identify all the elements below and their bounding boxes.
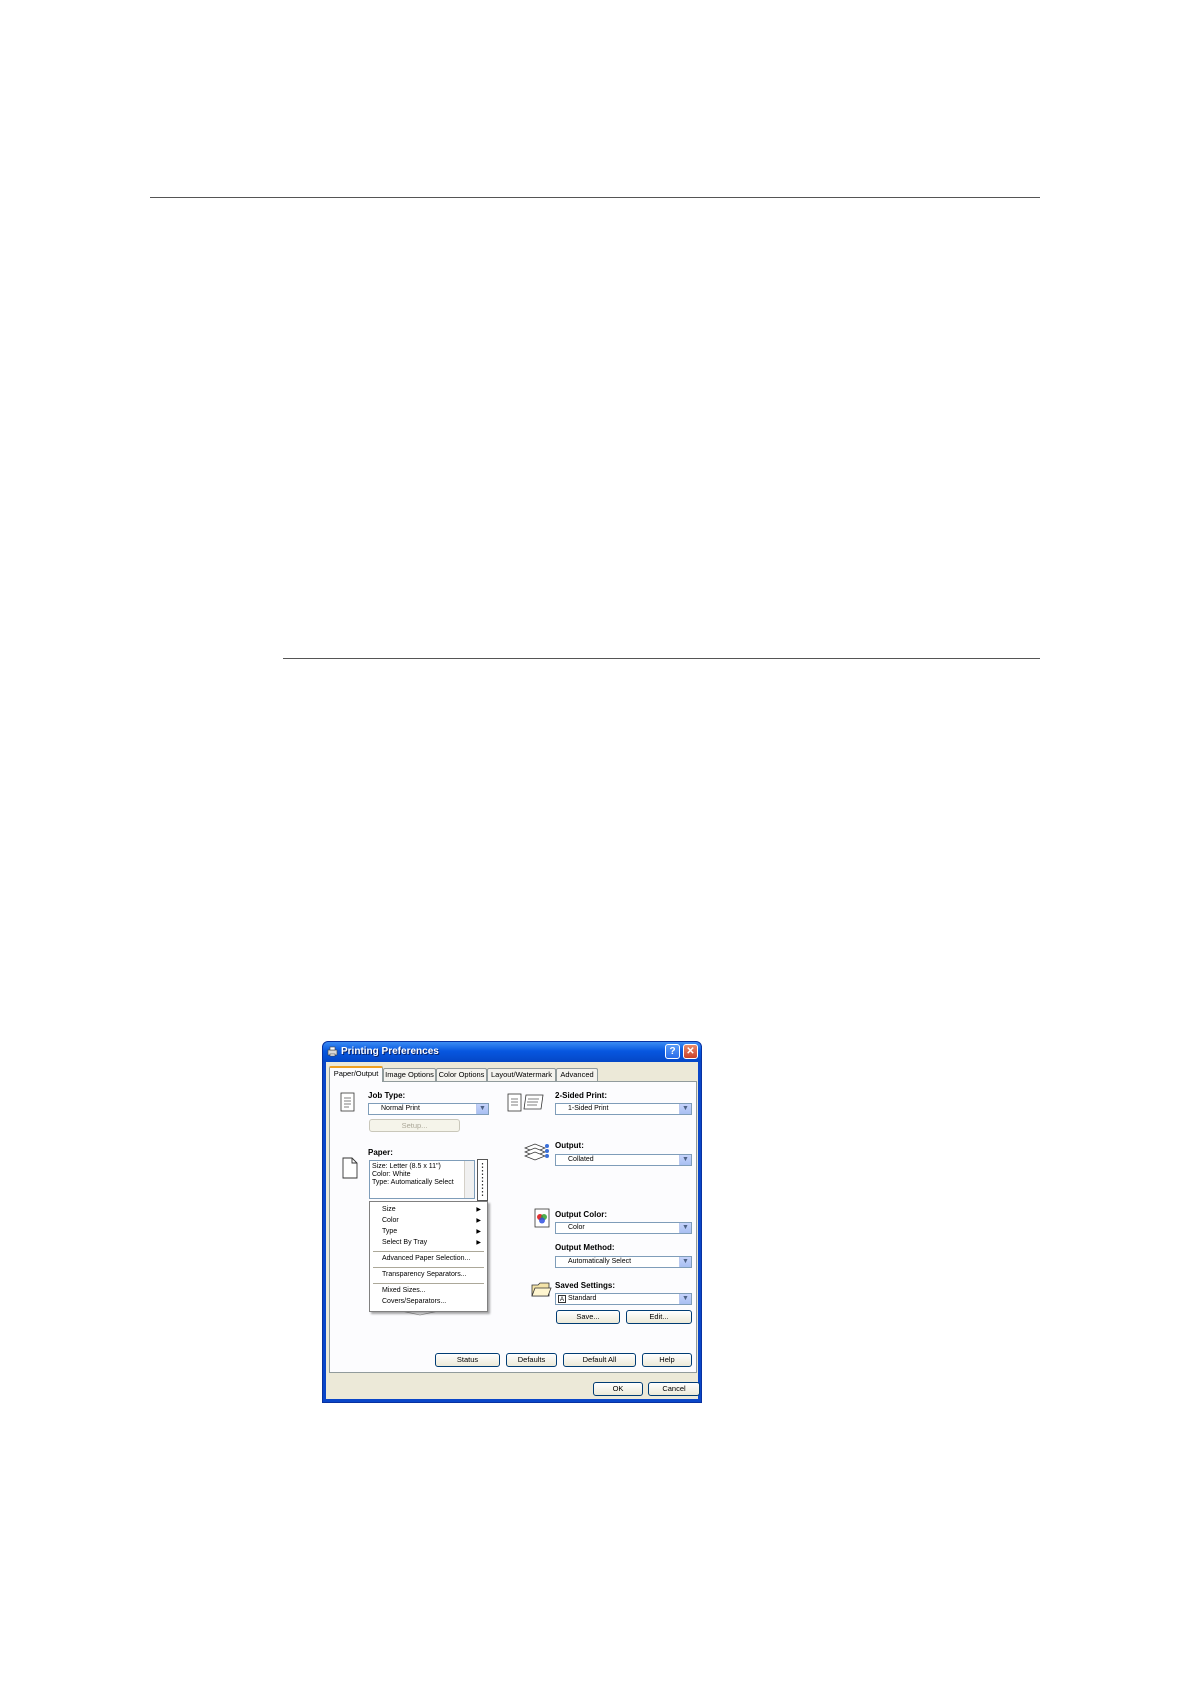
submenu-arrow-icon: ▶ [476,1229,481,1235]
menu-item-color[interactable]: Color [382,1217,399,1224]
two-sided-print-value: 1-Sided Print [568,1105,609,1112]
default-all-button[interactable]: Default All [563,1353,636,1367]
job-type-icon [340,1092,355,1112]
paper-type-line: Type: Automatically Select [372,1179,454,1186]
chevron-down-icon: ▼ [679,1155,691,1165]
top-divider [150,197,1040,198]
tab-layout-watermark[interactable]: Layout/Watermark [487,1068,556,1081]
menu-item-advanced-paper-selection[interactable]: Advanced Paper Selection... [382,1255,470,1262]
title-help-button[interactable]: ? [665,1044,680,1059]
output-color-value: Color [568,1224,585,1231]
output-color-label: Output Color: [555,1210,607,1219]
tab-paper-output[interactable]: Paper/Output [329,1066,383,1082]
saved-settings-select[interactable]: A Standard ▼ [555,1293,692,1305]
paper-settings-lines: Size: Letter (8.5 x 11") Color: White Ty… [372,1163,454,1187]
two-sided-print-select[interactable]: 1-Sided Print ▼ [555,1103,692,1115]
menu-item-mixed-sizes[interactable]: Mixed Sizes... [382,1287,426,1294]
window-title: Printing Preferences [341,1046,439,1057]
defaults-button[interactable]: Defaults [506,1353,557,1367]
chevron-down-icon: ▼ [679,1223,691,1233]
output-method-select[interactable]: Automatically Select ▼ [555,1256,692,1268]
output-color-select[interactable]: Color ▼ [555,1222,692,1234]
two-sided-print-icon [507,1093,544,1112]
ok-button[interactable]: OK [593,1382,643,1396]
printer-icon [327,1046,338,1057]
paper-output-panel: Job Type: Normal Print ▼ Setup... 2-Side… [329,1081,697,1373]
chevron-down-icon: ▼ [679,1104,691,1114]
output-method-label: Output Method: [555,1243,615,1252]
saved-settings-label: Saved Settings: [555,1281,616,1290]
paper-menu-button[interactable] [477,1159,488,1201]
chevron-down-icon: ▼ [476,1104,488,1114]
cancel-button[interactable]: Cancel [648,1382,700,1396]
paper-color-line: Color: White [372,1171,411,1178]
printing-preferences-dialog: Printing Preferences ? ✕ Paper/Output Im… [322,1041,702,1403]
paper-settings-list[interactable]: Size: Letter (8.5 x 11") Color: White Ty… [369,1160,475,1199]
job-type-select[interactable]: Normal Print ▼ [368,1103,489,1115]
tab-advanced[interactable]: Advanced [556,1068,598,1081]
output-color-icon [534,1208,550,1228]
save-settings-button[interactable]: Save... [556,1310,620,1324]
saved-settings-badge-icon: A [558,1295,566,1303]
dialog-client-area: Paper/Output Image Options Color Options… [326,1062,700,1399]
submenu-arrow-icon: ▶ [476,1207,481,1213]
paper-label: Paper: [368,1148,393,1157]
menu-item-size[interactable]: Size [382,1206,396,1213]
paper-context-menu: Size ▶ Color ▶ Type ▶ Select By Tray ▶ A… [369,1201,488,1312]
paper-list-scrollbar[interactable] [464,1161,474,1198]
job-type-label: Job Type: [368,1091,406,1100]
chevron-down-icon: ▼ [679,1294,691,1304]
setup-button[interactable]: Setup... [369,1119,460,1132]
tab-image-options[interactable]: Image Options [383,1068,436,1081]
menu-separator [373,1267,484,1268]
edit-settings-button[interactable]: Edit... [626,1310,692,1324]
two-sided-print-label: 2-Sided Print: [555,1091,608,1100]
menu-separator [373,1251,484,1252]
output-select[interactable]: Collated ▼ [555,1154,692,1166]
help-button[interactable]: Help [642,1353,692,1367]
vertical-dots-icon [481,1163,484,1197]
section-divider [283,658,1040,659]
menu-item-transparency-separators[interactable]: Transparency Separators... [382,1271,467,1278]
menu-item-type[interactable]: Type [382,1228,397,1235]
output-label: Output: [555,1141,584,1150]
paper-icon [342,1157,358,1179]
output-value: Collated [568,1156,594,1163]
title-bar[interactable]: Printing Preferences ? ✕ [323,1042,701,1062]
submenu-arrow-icon: ▶ [476,1218,481,1224]
saved-settings-value: Standard [568,1295,597,1302]
output-stack-icon [524,1143,549,1161]
menu-item-covers-separators[interactable]: Covers/Separators... [382,1298,446,1305]
menu-item-select-by-tray[interactable]: Select By Tray [382,1239,427,1246]
status-button[interactable]: Status [435,1353,500,1367]
output-method-value: Automatically Select [568,1258,632,1265]
job-type-value: Normal Print [381,1105,420,1112]
submenu-arrow-icon: ▶ [476,1240,481,1246]
title-close-button[interactable]: ✕ [683,1044,698,1059]
folder-icon [531,1282,552,1297]
chevron-down-icon: ▼ [679,1257,691,1267]
tab-color-options[interactable]: Color Options [436,1068,487,1081]
menu-separator [373,1283,484,1284]
paper-size-line: Size: Letter (8.5 x 11") [372,1163,441,1170]
